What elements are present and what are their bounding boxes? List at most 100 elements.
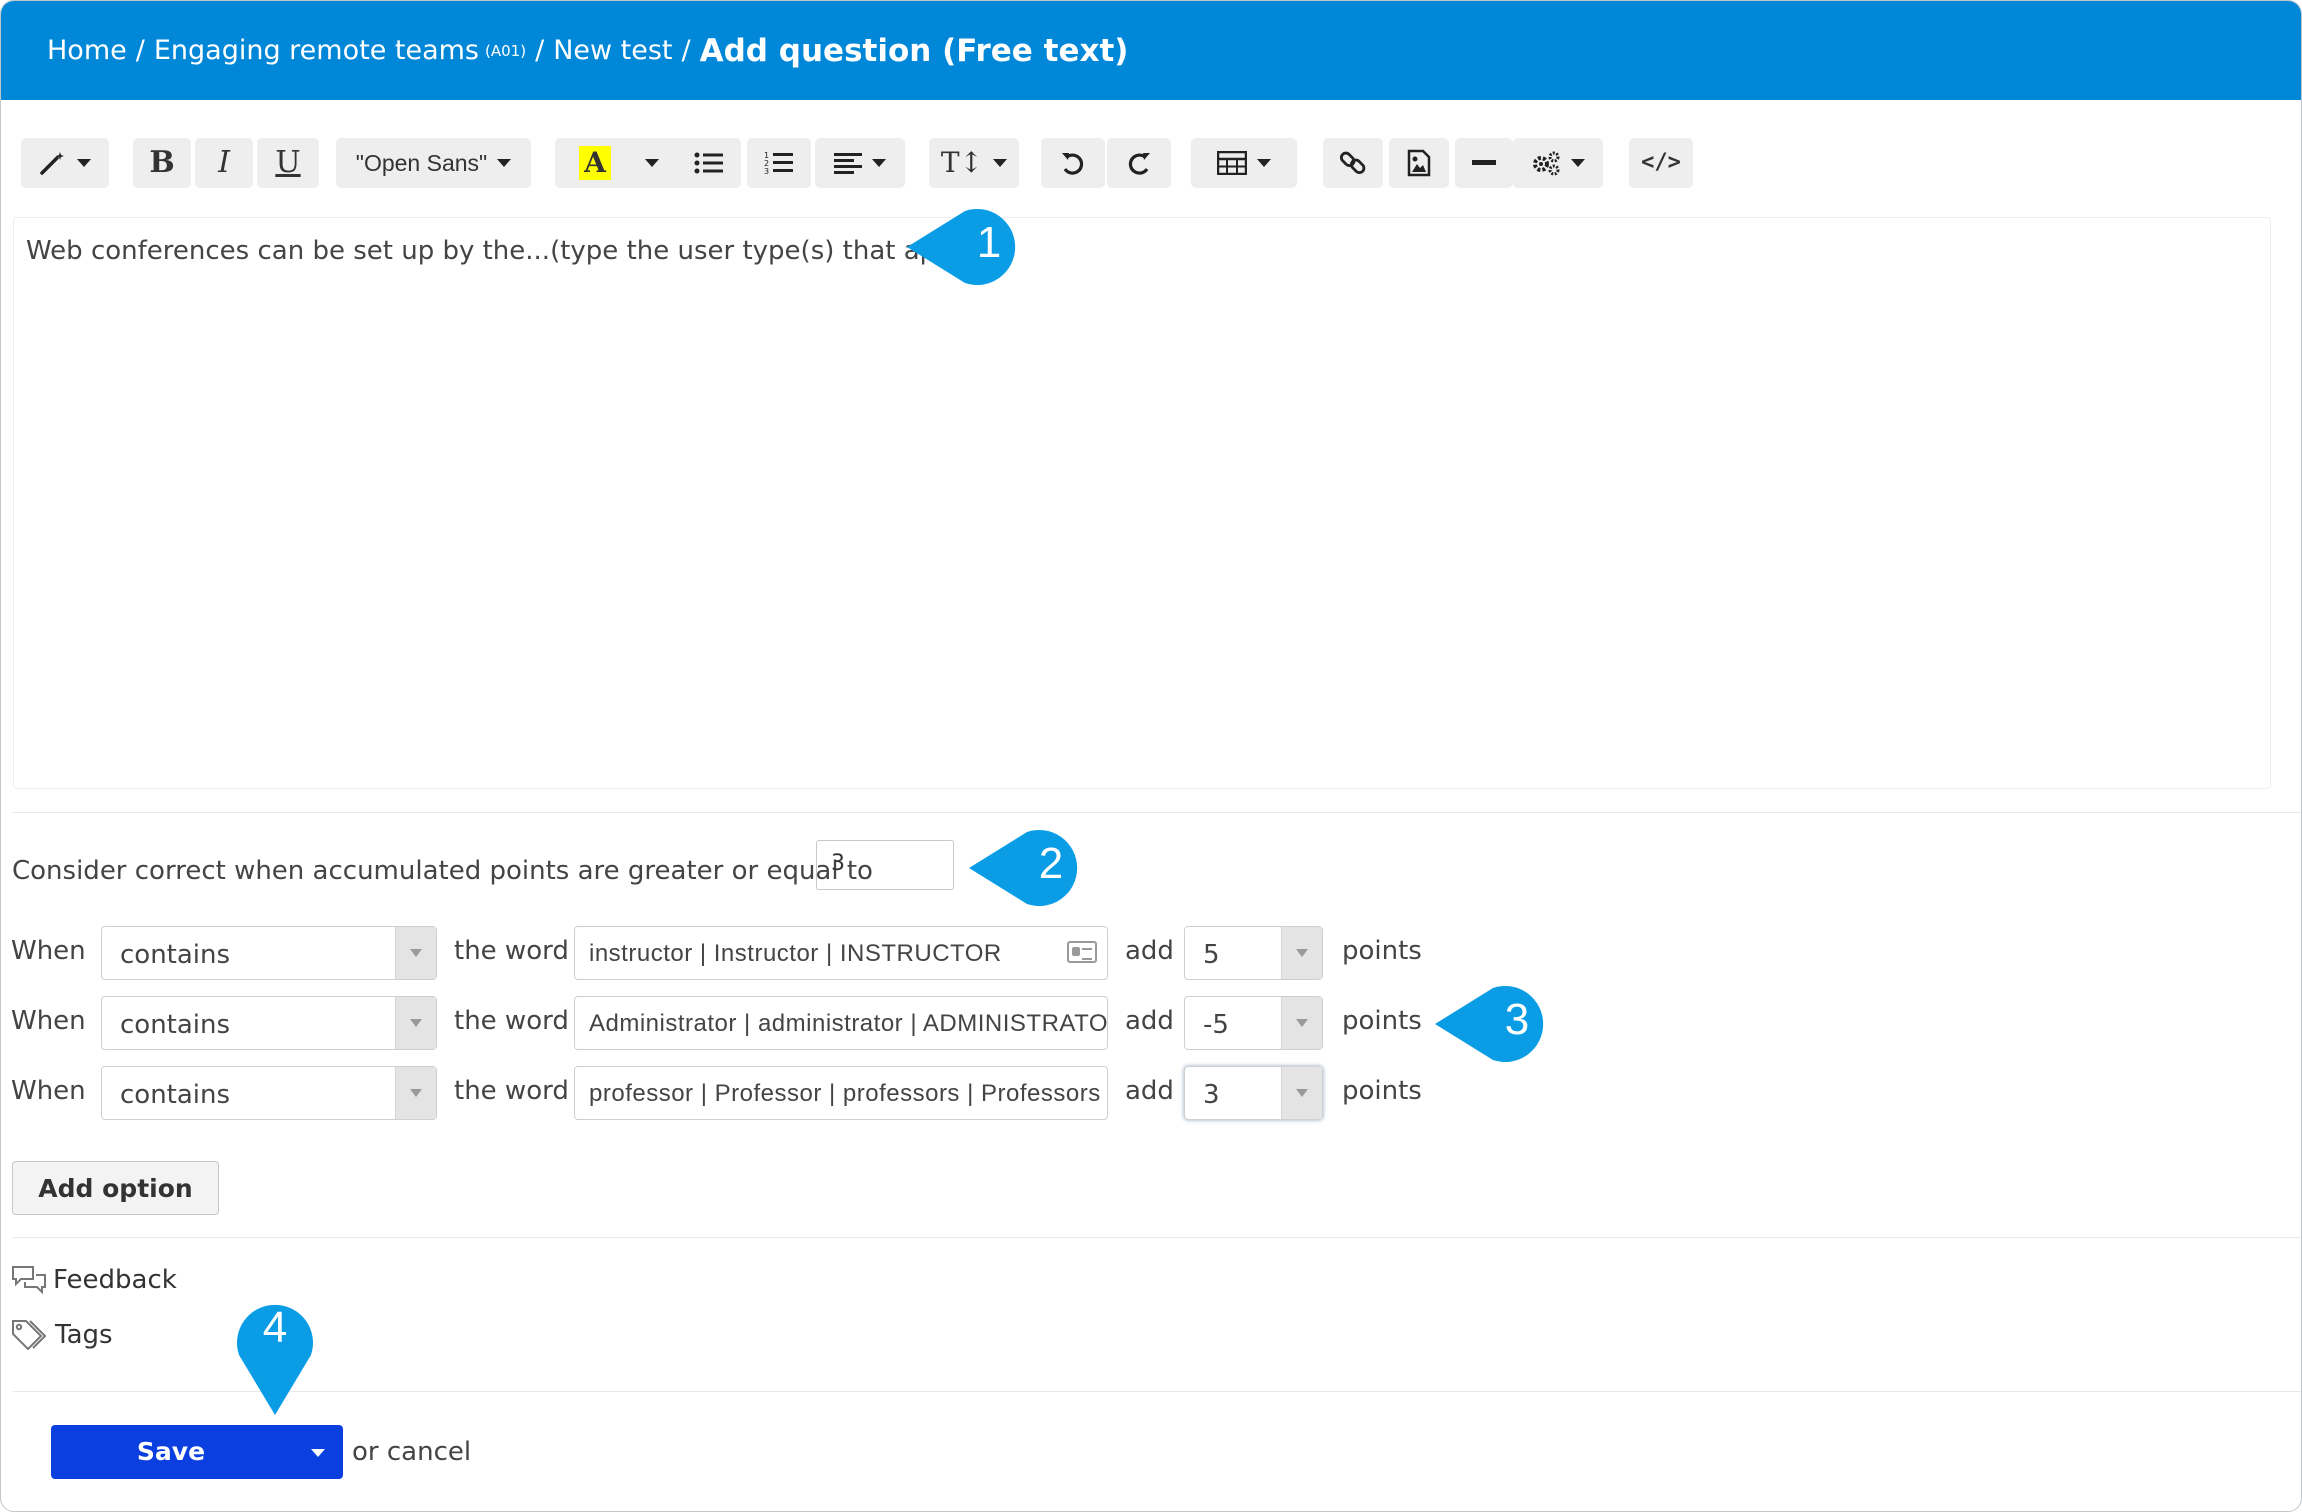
rule-points-select[interactable]: 5: [1184, 926, 1323, 980]
callout-1: 1: [907, 207, 1031, 287]
rule-operator-select[interactable]: contains: [101, 1066, 437, 1120]
undo-button[interactable]: [1041, 138, 1105, 188]
rule-operator-value: contains: [120, 940, 231, 970]
ordered-list-button[interactable]: 1 2 3: [747, 138, 811, 188]
add-option-button[interactable]: Add option: [12, 1161, 219, 1215]
gears-icon: [1533, 151, 1560, 176]
rule-operator-value: contains: [120, 1080, 231, 1110]
tags-label: Tags: [55, 1320, 113, 1350]
numbered-list-icon: 1 2 3: [764, 151, 793, 176]
rule-when-label: When: [11, 1076, 86, 1106]
rule-words-input[interactable]: instructor | Instructor | INSTRUCTOR: [574, 926, 1108, 980]
chevron-down-icon: [1281, 927, 1322, 979]
redo-icon: [1128, 153, 1150, 175]
chevron-down-icon: [395, 1067, 436, 1119]
rule-words-input[interactable]: professor | Professor | professors | Pro…: [574, 1066, 1108, 1120]
chevron-down-icon: [497, 159, 512, 167]
question-text[interactable]: Web conferences can be set up by the...(…: [26, 236, 985, 266]
divider: [13, 1391, 2301, 1392]
italic-icon: I: [218, 145, 230, 180]
save-button[interactable]: Save: [51, 1425, 343, 1479]
rule-the-word-label: the word: [454, 936, 569, 966]
feedback-label: Feedback: [53, 1265, 177, 1295]
chevron-down-icon: [1571, 159, 1585, 167]
rule-points-label: points: [1342, 936, 1422, 966]
rule-operator-select[interactable]: contains: [101, 926, 437, 980]
comments-icon: [12, 1266, 46, 1295]
breadcrumb-course-code[interactable]: (A01): [485, 42, 526, 60]
rule-points-value: -5: [1203, 1010, 1229, 1040]
question-editor[interactable]: Web conferences can be set up by the...(…: [13, 217, 2271, 789]
font-size-icon: T↕: [940, 146, 984, 179]
italic-button[interactable]: I: [195, 138, 253, 188]
callout-number: 4: [262, 1303, 288, 1352]
chevron-down-icon: [1281, 997, 1322, 1049]
insert-image-button[interactable]: [1389, 138, 1449, 188]
table-icon: [1217, 151, 1247, 175]
callout-number: 3: [1504, 995, 1530, 1044]
rule-the-word-label: the word: [454, 1006, 569, 1036]
contact-card-icon[interactable]: [1067, 941, 1097, 963]
breadcrumb-home[interactable]: Home: [47, 35, 127, 66]
chevron-down-icon: [395, 927, 436, 979]
bold-icon: B: [149, 145, 175, 180]
breadcrumb-course[interactable]: Engaging remote teams: [154, 35, 479, 66]
chevron-down-icon: [395, 997, 436, 1049]
tags-toggle[interactable]: Tags: [11, 1319, 113, 1351]
highlight-color-button[interactable]: A: [555, 138, 683, 188]
rule-when-label: When: [11, 936, 86, 966]
rule-operator-select[interactable]: contains: [101, 996, 437, 1050]
redo-button[interactable]: [1107, 138, 1171, 188]
text-format-group: B I U: [133, 138, 319, 188]
rule-add-label: add: [1125, 1076, 1174, 1106]
save-label: Save: [136, 1437, 206, 1466]
font-size-dropdown[interactable]: T↕: [929, 138, 1019, 188]
chevron-down-icon: [993, 159, 1008, 167]
chevron-down-icon: [77, 159, 91, 167]
chevron-down-icon[interactable]: [311, 1449, 325, 1457]
insert-group: [1301, 138, 1513, 188]
unordered-list-button[interactable]: [677, 138, 741, 188]
breadcrumb-separator: /: [535, 35, 545, 66]
rule-points-select[interactable]: 3: [1184, 1066, 1323, 1120]
image-icon: [1407, 149, 1431, 177]
bold-button[interactable]: B: [133, 138, 191, 188]
rule-words-value: Administrator | administrator | ADMINIST…: [589, 1010, 1108, 1037]
rule-points-label: points: [1342, 1076, 1422, 1106]
chevron-down-icon: [644, 159, 659, 167]
divider: [13, 1237, 2301, 1238]
link-icon: [1339, 151, 1366, 175]
rule-words-value: professor | Professor | professors | Pro…: [589, 1080, 1101, 1107]
align-left-icon: [834, 153, 862, 174]
threshold-label: Consider correct when accumulated points…: [12, 856, 873, 886]
callout-number: 2: [1038, 839, 1064, 888]
divider: [13, 812, 2301, 813]
settings-dropdown[interactable]: [1513, 138, 1603, 188]
chevron-down-icon: [1257, 159, 1271, 167]
tags-icon: [12, 1320, 47, 1351]
rule-row: When contains the word instructor | Inst…: [1, 926, 1501, 980]
insert-link-button[interactable]: [1323, 138, 1383, 188]
magic-wand-icon: [40, 152, 64, 175]
rule-operator-value: contains: [120, 1010, 231, 1040]
feedback-toggle[interactable]: Feedback: [11, 1265, 177, 1295]
rule-points-label: points: [1342, 1006, 1422, 1036]
rule-words-input[interactable]: Administrator | administrator | ADMINIST…: [574, 996, 1108, 1050]
undo-icon: [1062, 153, 1084, 175]
style-magic-button[interactable]: [21, 138, 109, 188]
horizontal-rule-button[interactable]: [1455, 138, 1513, 188]
underline-button[interactable]: U: [257, 138, 319, 188]
rule-points-select[interactable]: -5: [1184, 996, 1323, 1050]
cancel-link[interactable]: or cancel: [352, 1437, 471, 1467]
font-family-value: "Open Sans": [355, 149, 488, 176]
paragraph-align-dropdown[interactable]: [815, 138, 905, 188]
editor-toolbar: B I U "Open Sans" A 1 2 3 T↕ </>: [21, 138, 2281, 188]
threshold-points-input[interactable]: 3: [816, 840, 954, 890]
breadcrumb-test[interactable]: New test: [553, 35, 672, 66]
rule-the-word-label: the word: [454, 1076, 569, 1106]
breadcrumb-separator: /: [681, 35, 691, 66]
code-view-button[interactable]: </>: [1629, 138, 1693, 188]
rule-add-label: add: [1125, 1006, 1174, 1036]
font-family-dropdown[interactable]: "Open Sans": [336, 138, 531, 188]
table-dropdown[interactable]: [1191, 138, 1297, 188]
